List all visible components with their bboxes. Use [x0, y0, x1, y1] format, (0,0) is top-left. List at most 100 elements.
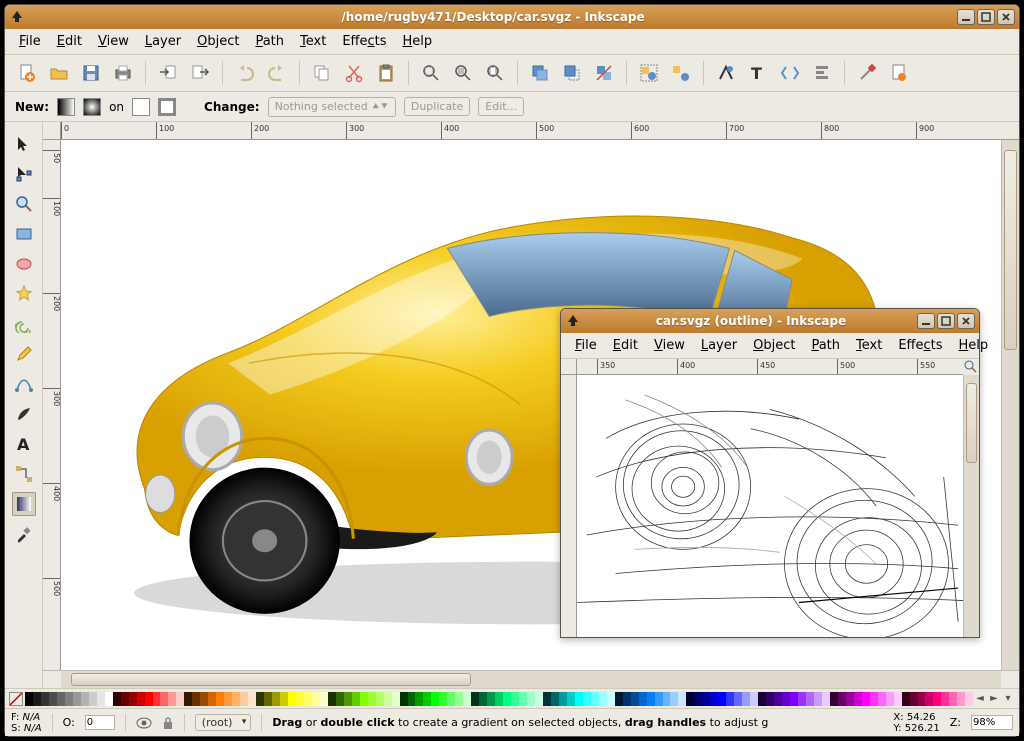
menu-object[interactable]: Object: [189, 32, 247, 51]
outline-menu-path[interactable]: Path: [803, 336, 848, 355]
cut-button[interactable]: [340, 59, 368, 87]
palette-swatch[interactable]: [153, 692, 161, 706]
menu-edit[interactable]: Edit: [49, 32, 90, 51]
selector-tool[interactable]: [12, 132, 36, 156]
palette-swatch[interactable]: [41, 692, 49, 706]
palette-swatch[interactable]: [328, 692, 336, 706]
fill-stroke-indicator[interactable]: F: N/A S: N/A: [11, 712, 42, 734]
palette-swatch[interactable]: [575, 692, 583, 706]
palette-swatch[interactable]: [965, 692, 973, 706]
palette-swatch[interactable]: [750, 692, 758, 706]
zoom-drawing-button[interactable]: [449, 59, 477, 87]
palette-swatch[interactable]: [702, 692, 710, 706]
palette-swatch[interactable]: [822, 692, 830, 706]
palette-swatch[interactable]: [631, 692, 639, 706]
palette-swatch[interactable]: [192, 692, 200, 706]
palette-swatch[interactable]: [543, 692, 551, 706]
horizontal-scrollbar[interactable]: [61, 670, 1001, 688]
zoom-page-button[interactable]: [481, 59, 509, 87]
fill-target-swatch[interactable]: [132, 98, 150, 116]
outline-vertical-scrollbar[interactable]: [963, 375, 979, 637]
menu-effects[interactable]: Effects: [334, 32, 394, 51]
palette-swatch[interactable]: [296, 692, 304, 706]
palette-swatch[interactable]: [224, 692, 232, 706]
outline-ruler-vertical[interactable]: [561, 375, 577, 637]
palette-swatch[interactable]: [758, 692, 766, 706]
palette-swatch[interactable]: [455, 692, 463, 706]
menu-file[interactable]: File: [11, 32, 49, 51]
palette-swatch[interactable]: [535, 692, 543, 706]
duplicate-button[interactable]: [526, 59, 554, 87]
ruler-vertical[interactable]: 50 100 200 300 400 500: [43, 140, 61, 670]
palette-swatch[interactable]: [726, 692, 734, 706]
palette-swatch[interactable]: [471, 692, 479, 706]
palette-swatch[interactable]: [216, 692, 224, 706]
palette-swatch[interactable]: [200, 692, 208, 706]
minimize-button[interactable]: [957, 9, 975, 25]
ellipse-tool[interactable]: [12, 252, 36, 276]
edit-gradient-button[interactable]: Edit...: [478, 97, 524, 116]
palette-swatch[interactable]: [208, 692, 216, 706]
layer-lock-icon[interactable]: [162, 716, 174, 730]
palette-swatch[interactable]: [288, 692, 296, 706]
vertical-scroll-thumb[interactable]: [1004, 150, 1017, 350]
outline-menu-file[interactable]: File: [567, 336, 605, 355]
maximize-button[interactable]: [977, 9, 995, 25]
palette-swatch[interactable]: [248, 692, 256, 706]
zoom-input[interactable]: [971, 715, 1013, 730]
palette-swatch[interactable]: [65, 692, 73, 706]
main-titlebar[interactable]: /home/rugby471/Desktop/car.svgz - Inksca…: [5, 5, 1019, 29]
palette-swatch[interactable]: [790, 692, 798, 706]
palette-swatch[interactable]: [718, 692, 726, 706]
outline-menu-object[interactable]: Object: [745, 336, 803, 355]
ungroup-button[interactable]: [667, 59, 695, 87]
duplicate-gradient-button[interactable]: Duplicate: [404, 97, 470, 116]
palette-swatch[interactable]: [639, 692, 647, 706]
palette-swatch[interactable]: [240, 692, 248, 706]
menu-layer[interactable]: Layer: [137, 32, 189, 51]
outline-titlebar[interactable]: car.svgz (outline) - Inkscape: [561, 309, 979, 333]
palette-swatch[interactable]: [81, 692, 89, 706]
outline-menu-layer[interactable]: Layer: [693, 336, 745, 355]
palette-swatch[interactable]: [408, 692, 416, 706]
new-file-button[interactable]: [13, 59, 41, 87]
outline-menu-help[interactable]: Help: [951, 336, 997, 355]
palette-swatch[interactable]: [655, 692, 663, 706]
palette-swatch[interactable]: [160, 692, 168, 706]
palette-swatch[interactable]: [782, 692, 790, 706]
outline-menu-effects[interactable]: Effects: [890, 336, 950, 355]
palette-swatch[interactable]: [647, 692, 655, 706]
clone-button[interactable]: [558, 59, 586, 87]
palette-swatch[interactable]: [376, 692, 384, 706]
menu-view[interactable]: View: [90, 32, 137, 51]
palette-swatch[interactable]: [57, 692, 65, 706]
palette-swatch[interactable]: [97, 692, 105, 706]
palette-swatch[interactable]: [886, 692, 894, 706]
palette-swatch[interactable]: [623, 692, 631, 706]
layer-visibility-icon[interactable]: [136, 717, 152, 729]
gradient-select[interactable]: Nothing selected ⯅⯆: [268, 97, 396, 117]
palette-swatch[interactable]: [176, 692, 184, 706]
open-file-button[interactable]: [45, 59, 73, 87]
palette-swatch[interactable]: [400, 692, 408, 706]
outline-canvas[interactable]: [577, 375, 963, 637]
palette-scroll-left[interactable]: ◄: [973, 693, 987, 704]
palette-swatch[interactable]: [280, 692, 288, 706]
linear-gradient-swatch[interactable]: [57, 98, 75, 116]
palette-swatch[interactable]: [591, 692, 599, 706]
zoom-selection-button[interactable]: [417, 59, 445, 87]
palette-swatch[interactable]: [25, 692, 33, 706]
paste-button[interactable]: [372, 59, 400, 87]
palette-swatch[interactable]: [567, 692, 575, 706]
align-button[interactable]: [808, 59, 836, 87]
palette-swatch[interactable]: [846, 692, 854, 706]
palette-swatch[interactable]: [145, 692, 153, 706]
palette-swatch[interactable]: [686, 692, 694, 706]
palette-swatch[interactable]: [798, 692, 806, 706]
palette-swatch[interactable]: [264, 692, 272, 706]
dropper-tool[interactable]: [12, 522, 36, 546]
opacity-input[interactable]: [85, 715, 115, 730]
palette-swatch[interactable]: [320, 692, 328, 706]
palette-swatch[interactable]: [734, 692, 742, 706]
palette-swatch[interactable]: [527, 692, 535, 706]
